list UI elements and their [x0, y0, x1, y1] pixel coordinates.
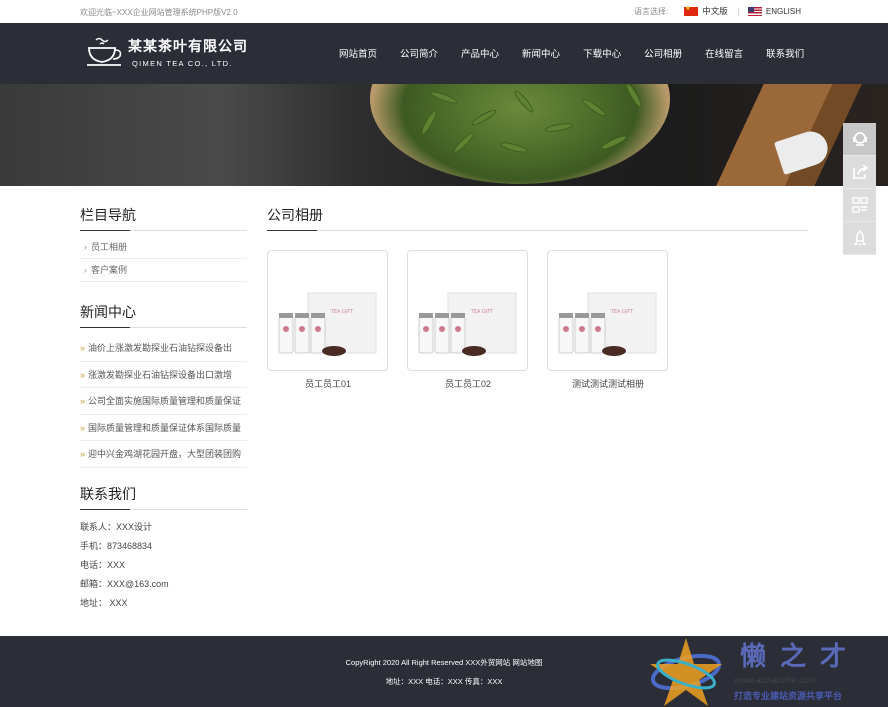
svg-text:TEA GIFT: TEA GIFT	[330, 309, 354, 315]
news-list: 油价上涨激发勘探业石油钻探设备出 涨激发勘探业石油钻探设备出口激增 公司全面实施…	[80, 335, 247, 468]
site-header: 某某茶叶有限公司 QIMEN TEA CO., LTD. 网站首页 公司简介 产…	[0, 23, 888, 84]
watermark-url: www.aizhanzhe.com	[734, 675, 817, 685]
us-flag-icon[interactable]	[747, 6, 762, 16]
language-label: 语言选择:	[634, 6, 669, 16]
news-item[interactable]: 油价上涨激发勘探业石油钻探设备出	[80, 335, 247, 362]
album-card[interactable]: TEA GIFT 员工员工01	[267, 250, 389, 390]
floating-toolbar	[843, 123, 876, 255]
news-item[interactable]: 迎中兴金鸡湖花园开盘，大型团装团购	[80, 441, 247, 468]
nav-gallery[interactable]: 公司相册	[644, 46, 682, 60]
svg-text:TEA GIFT: TEA GIFT	[610, 309, 634, 315]
language-switcher: 语言选择: 中文版 | ENGLISH	[634, 5, 801, 17]
svg-text:TEA GIFT: TEA GIFT	[470, 309, 494, 315]
album-grid: TEA GIFT 员工员工01 TEA GIFT 员工员工02 TEA GIFT…	[267, 250, 808, 390]
album-card[interactable]: TEA GIFT 测试测试测试相册	[547, 250, 669, 390]
album-caption[interactable]: 员工员工02	[407, 377, 529, 390]
contact-email: 邮箱：XXX@163.com	[80, 578, 169, 589]
top-bar: 欢迎光临~XXX企业网站管理系统PHP版V2.0 语言选择: 中文版 | ENG…	[0, 0, 888, 23]
nav-about[interactable]: 公司简介	[400, 46, 438, 60]
share-icon[interactable]	[843, 156, 876, 189]
lang-chinese-link[interactable]: 中文版	[702, 5, 728, 17]
nav-news[interactable]: 新闻中心	[522, 46, 560, 60]
page-title: 公司相册	[267, 205, 808, 231]
sidebar: 栏目导航 员工相册 客户案例 新闻中心 油价上涨激发勘探业石油钻探设备出 涨激发…	[80, 205, 247, 613]
watermark-slogan: 打造专业建站资源共享平台	[734, 691, 843, 701]
china-flag-icon[interactable]	[684, 5, 699, 16]
news-item[interactable]: 国际质量管理和质量保证体系国际质量	[80, 415, 247, 441]
main-content: 公司相册 TEA GIFT 员工员工01 TEA GIFT 员工员工02 TEA…	[267, 205, 808, 390]
category-item-staff-album[interactable]: 员工相册	[80, 236, 247, 259]
album-caption[interactable]: 测试测试测试相册	[547, 377, 669, 390]
album-thumbnail[interactable]: TEA GIFT	[267, 250, 388, 371]
watermark-star-logo-icon	[650, 638, 722, 706]
nav-downloads[interactable]: 下载中心	[583, 46, 621, 60]
news-item[interactable]: 公司全面实施国际质量管理和质量保证	[80, 388, 247, 415]
main-nav: 网站首页 公司简介 产品中心 新闻中心 下载中心 公司相册 在线留言 联系我们	[339, 46, 827, 60]
nav-home[interactable]: 网站首页	[339, 46, 377, 60]
company-name-en: QIMEN TEA CO., LTD.	[132, 59, 233, 68]
nav-contact[interactable]: 联系我们	[766, 46, 804, 60]
contact-mobile: 手机：873468834	[80, 540, 153, 551]
watermark: 懒之才 www.aizhanzhe.com 打造专业建站资源共享平台	[648, 634, 888, 707]
nav-message[interactable]: 在线留言	[705, 46, 743, 60]
lang-separator: |	[737, 6, 740, 16]
customer-service-icon[interactable]	[843, 123, 876, 156]
contact-phone: 电话：XXX	[80, 559, 126, 570]
album-caption[interactable]: 员工员工01	[267, 377, 389, 390]
watermark-brand: 懒之才	[740, 641, 861, 671]
news-item[interactable]: 涨激发勘探业石油钻探设备出口激增	[80, 362, 247, 388]
news-center-title: 新闻中心	[80, 302, 247, 328]
teacup-icon	[87, 37, 122, 66]
site-logo[interactable]: 某某茶叶有限公司 QIMEN TEA CO., LTD.	[86, 36, 248, 68]
album-card[interactable]: TEA GIFT 员工员工02	[407, 250, 529, 390]
contact-person: 联系人：XXX设计	[80, 521, 153, 532]
company-name-cn: 某某茶叶有限公司	[128, 38, 248, 54]
album-thumbnail[interactable]: TEA GIFT	[547, 250, 668, 371]
lang-english-link[interactable]: ENGLISH	[766, 7, 801, 16]
category-list: 员工相册 客户案例	[80, 236, 247, 282]
contact-address: 地址： XXX	[80, 597, 128, 608]
back-to-top-rocket-icon[interactable]	[843, 222, 876, 255]
nav-products[interactable]: 产品中心	[461, 46, 499, 60]
welcome-text: 欢迎光临~XXX企业网站管理系统PHP版V2.0	[80, 8, 238, 17]
column-nav-title: 栏目导航	[80, 205, 247, 231]
album-thumbnail[interactable]: TEA GIFT	[407, 250, 528, 371]
contact-list: 联系人：XXX设计 手机：873468834 电话：XXX 邮箱：XXX@163…	[80, 518, 247, 613]
category-item-client-cases[interactable]: 客户案例	[80, 259, 247, 282]
qrcode-icon[interactable]	[843, 189, 876, 222]
contact-title: 联系我们	[80, 484, 247, 510]
